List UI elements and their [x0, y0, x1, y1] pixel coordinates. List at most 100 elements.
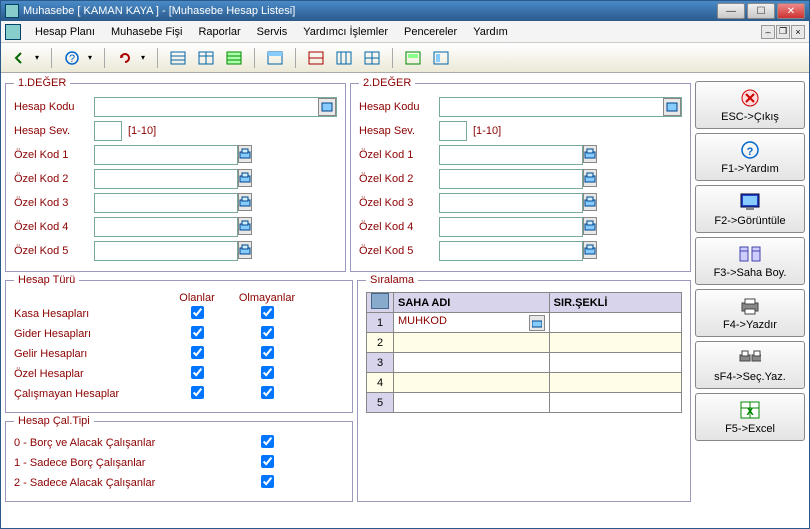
close-button[interactable]: ✕ [777, 3, 805, 19]
label-hesap-sev-2: Hesap Sev. [359, 125, 439, 137]
menubar-app-icon[interactable] [5, 24, 21, 40]
lookup-ozel3-1-button[interactable] [238, 193, 252, 211]
lookup-ozel1-1-button[interactable] [238, 145, 252, 163]
input-ozel1-1[interactable] [94, 145, 238, 165]
input-ozel5-2[interactable] [439, 241, 583, 261]
check-gider-olanlar[interactable] [191, 326, 204, 339]
lookup-ozel5-1-button[interactable] [238, 241, 252, 259]
toolbar-back-dropdown[interactable]: ▾ [35, 53, 43, 62]
esc-exit-button[interactable]: ESC->Çıkış [695, 81, 805, 129]
check-ozel-olanlar[interactable] [191, 366, 204, 379]
check-cal-1[interactable] [261, 455, 274, 468]
toolbar-refresh-button[interactable] [113, 46, 137, 70]
f1-help-button[interactable]: ? F1->Yardım [695, 133, 805, 181]
cell-sir-1[interactable] [549, 313, 681, 333]
cell-saha-1[interactable]: MUHKOD [394, 313, 550, 333]
f3-field-size-button[interactable]: F3->Saha Boy. [695, 237, 805, 285]
toolbar-grid1-button[interactable] [166, 46, 190, 70]
group-hesap-cal-title: Hesap Çal.Tipi [14, 415, 94, 427]
row-header-1[interactable]: 1 [367, 313, 394, 333]
check-ozel-olmayanlar[interactable] [261, 366, 274, 379]
cell-sir-2[interactable] [549, 333, 681, 353]
cell-saha-2[interactable] [394, 333, 550, 353]
mdi-close-button[interactable]: × [791, 25, 805, 39]
mdi-restore-button[interactable]: ❐ [776, 25, 790, 39]
lookup-hesap-kodu-1-button[interactable] [318, 98, 336, 116]
input-ozel1-2[interactable] [439, 145, 583, 165]
toolbar-grid5-button[interactable] [304, 46, 328, 70]
cell-saha-5[interactable] [394, 393, 550, 413]
toolbar-grid2-button[interactable] [194, 46, 218, 70]
toolbar-help-button[interactable]: ? [60, 46, 84, 70]
cell-lookup-1-button[interactable] [529, 315, 545, 331]
col-saha-adi[interactable]: SAHA ADI [394, 293, 550, 313]
lookup-ozel2-1-button[interactable] [238, 169, 252, 187]
toolbar-grid7-button[interactable] [360, 46, 384, 70]
menu-raporlar[interactable]: Raporlar [190, 24, 248, 40]
toolbar-separator [295, 48, 296, 68]
menu-hesap-plani[interactable]: Hesap Planı [27, 24, 103, 40]
menu-pencereler[interactable]: Pencereler [396, 24, 465, 40]
input-hesap-sev-1[interactable] [94, 121, 122, 141]
cell-saha-4[interactable] [394, 373, 550, 393]
row-header-2[interactable]: 2 [367, 333, 394, 353]
check-calismayan-olmayanlar[interactable] [261, 386, 274, 399]
input-ozel4-1[interactable] [94, 217, 238, 237]
minimize-button[interactable]: — [717, 3, 745, 19]
lookup-hesap-kodu-2-button[interactable] [663, 98, 681, 116]
toolbar-grid3-button[interactable] [222, 46, 246, 70]
input-ozel4-2[interactable] [439, 217, 583, 237]
menu-muhasebe-fisi[interactable]: Muhasebe Fişi [103, 24, 191, 40]
toolbar-grid4-button[interactable] [263, 46, 287, 70]
menu-yardimci-islemler[interactable]: Yardımcı İşlemler [295, 24, 396, 40]
cell-sir-3[interactable] [549, 353, 681, 373]
siralama-grid[interactable]: SAHA ADI SIR.ŞEKLİ 1 MUHKOD 2 [366, 292, 682, 413]
check-cal-0[interactable] [261, 435, 274, 448]
check-kasa-olmayanlar[interactable] [261, 306, 274, 319]
f4-print-button[interactable]: F4->Yazdır [695, 289, 805, 337]
input-hesap-sev-2[interactable] [439, 121, 467, 141]
col-sir-sekli[interactable]: SIR.ŞEKLİ [549, 293, 681, 313]
cell-sir-4[interactable] [549, 373, 681, 393]
grid-corner-icon[interactable] [371, 293, 389, 309]
check-gider-olmayanlar[interactable] [261, 326, 274, 339]
input-ozel5-1[interactable] [94, 241, 238, 261]
toolbar-grid9-button[interactable] [429, 46, 453, 70]
label-ozel2-1: Özel Kod 2 [14, 173, 94, 185]
check-calismayan-olanlar[interactable] [191, 386, 204, 399]
row-header-5[interactable]: 5 [367, 393, 394, 413]
maximize-button[interactable]: ☐ [747, 3, 775, 19]
cell-sir-5[interactable] [549, 393, 681, 413]
cell-saha-3[interactable] [394, 353, 550, 373]
input-hesap-kodu-2[interactable] [440, 98, 663, 116]
lookup-ozel3-2-button[interactable] [583, 193, 597, 211]
label-ozel4-2: Özel Kod 4 [359, 221, 439, 233]
lookup-ozel2-2-button[interactable] [583, 169, 597, 187]
lookup-ozel5-2-button[interactable] [583, 241, 597, 259]
toolbar-help-dropdown[interactable]: ▾ [88, 53, 96, 62]
input-ozel2-2[interactable] [439, 169, 583, 189]
input-ozel3-1[interactable] [94, 193, 238, 213]
toolbar-separator [254, 48, 255, 68]
lookup-ozel4-2-button[interactable] [583, 217, 597, 235]
toolbar-back-button[interactable] [7, 46, 31, 70]
lookup-ozel4-1-button[interactable] [238, 217, 252, 235]
check-cal-2[interactable] [261, 475, 274, 488]
row-header-4[interactable]: 4 [367, 373, 394, 393]
menu-yardim[interactable]: Yardım [465, 24, 516, 40]
mdi-minimize-button[interactable]: – [761, 25, 775, 39]
menu-servis[interactable]: Servis [249, 24, 296, 40]
check-gelir-olmayanlar[interactable] [261, 346, 274, 359]
check-kasa-olanlar[interactable] [191, 306, 204, 319]
input-ozel2-1[interactable] [94, 169, 238, 189]
toolbar-grid6-button[interactable] [332, 46, 356, 70]
sf4-select-print-button[interactable]: sF4->Seç.Yaz. [695, 341, 805, 389]
input-ozel3-2[interactable] [439, 193, 583, 213]
input-hesap-kodu-1[interactable] [95, 98, 318, 116]
lookup-ozel1-2-button[interactable] [583, 145, 597, 163]
row-header-3[interactable]: 3 [367, 353, 394, 373]
f5-excel-button[interactable]: X F5->Excel [695, 393, 805, 441]
toolbar-refresh-dropdown[interactable]: ▾ [141, 53, 149, 62]
f2-view-button[interactable]: F2->Görüntüle [695, 185, 805, 233]
toolbar-grid8-button[interactable] [401, 46, 425, 70]
